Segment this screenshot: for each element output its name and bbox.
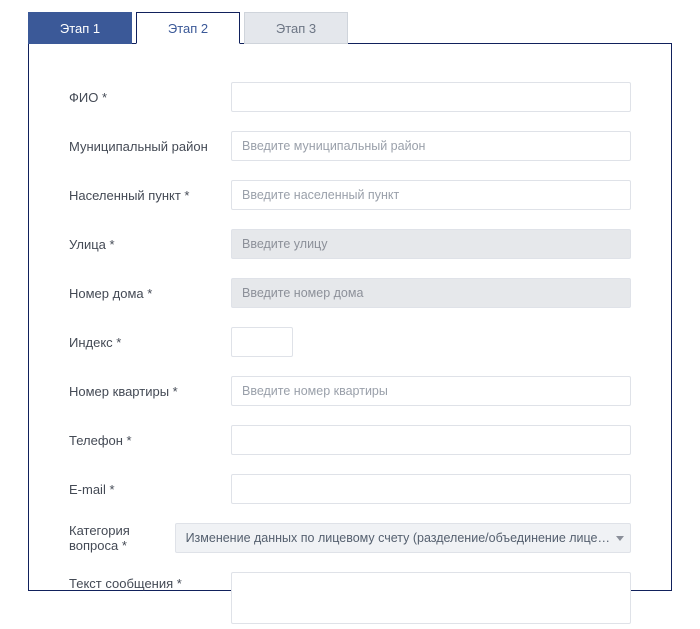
input-city[interactable]	[231, 180, 631, 210]
input-apt[interactable]	[231, 376, 631, 406]
label-zip: Индекс *	[69, 335, 231, 350]
label-street: Улица *	[69, 237, 231, 252]
input-phone[interactable]	[231, 425, 631, 455]
label-fio: ФИО *	[69, 90, 231, 105]
select-category-value: Изменение данных по лицевому счету (разд…	[186, 531, 610, 545]
select-category[interactable]: Изменение данных по лицевому счету (разд…	[175, 523, 631, 553]
label-category: Категория вопроса *	[69, 523, 175, 553]
textarea-message[interactable]	[231, 572, 631, 624]
input-house[interactable]	[231, 278, 631, 308]
tab-stage1[interactable]: Этап 1	[28, 12, 132, 44]
tabs: Этап 1 Этап 2 Этап 3	[28, 12, 672, 44]
label-email: E-mail *	[69, 482, 231, 497]
input-district[interactable]	[231, 131, 631, 161]
label-house: Номер дома *	[69, 286, 231, 301]
chevron-down-icon	[616, 536, 624, 541]
form-panel: ФИО * Муниципальный район Населенный пун…	[28, 43, 672, 591]
tab-stage3[interactable]: Этап 3	[244, 12, 348, 44]
tab-stage2[interactable]: Этап 2	[136, 12, 240, 44]
label-city: Населенный пункт *	[69, 188, 231, 203]
label-message: Текст сообщения *	[69, 572, 231, 591]
input-fio[interactable]	[231, 82, 631, 112]
input-email[interactable]	[231, 474, 631, 504]
label-phone: Телефон *	[69, 433, 231, 448]
input-zip[interactable]	[231, 327, 293, 357]
label-district: Муниципальный район	[69, 139, 231, 154]
label-apt: Номер квартиры *	[69, 384, 231, 399]
input-street[interactable]	[231, 229, 631, 259]
